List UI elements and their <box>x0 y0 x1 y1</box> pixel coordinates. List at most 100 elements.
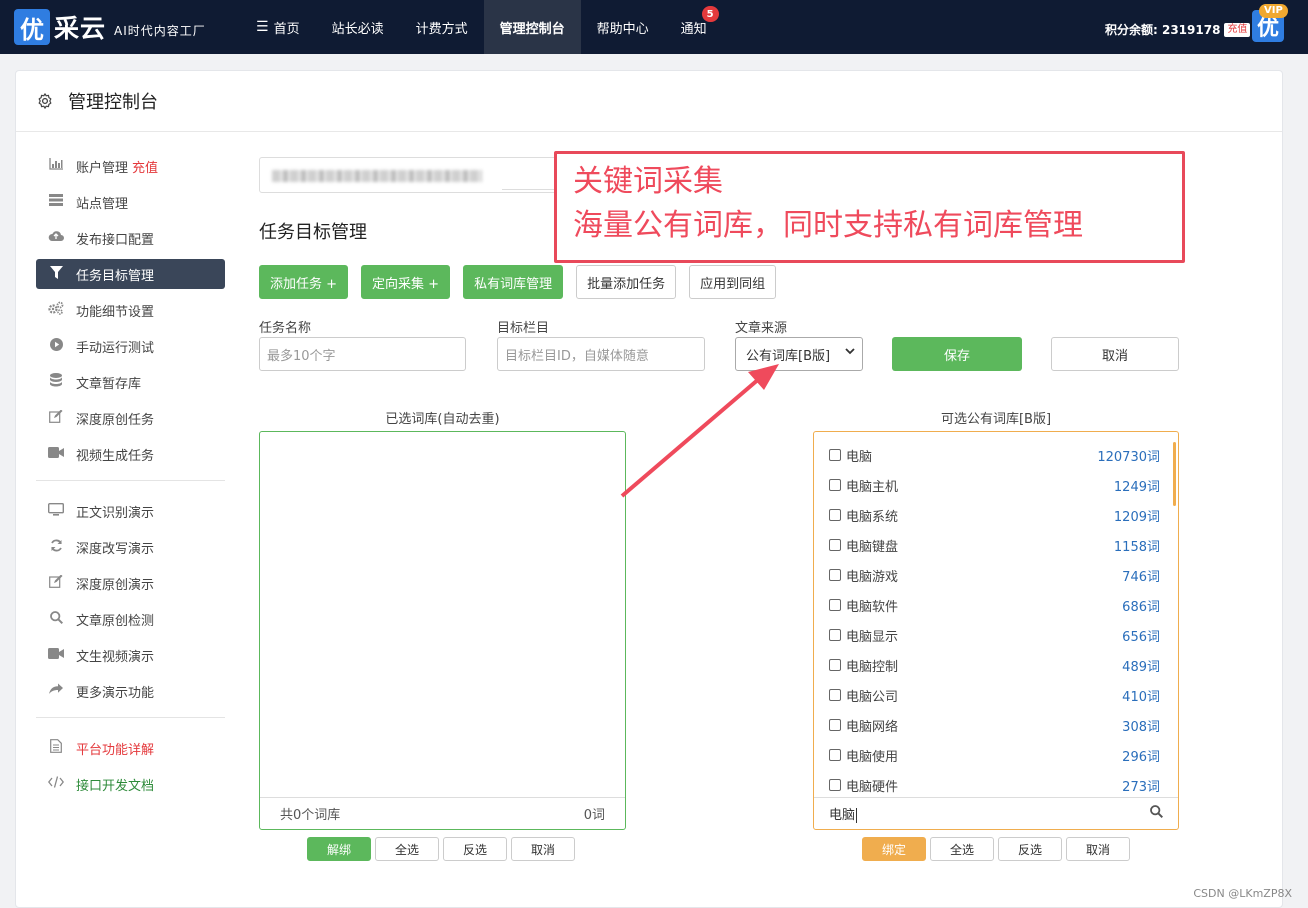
selected-library-count: 共0个词库 <box>280 808 341 823</box>
library-row[interactable]: 电脑硬件 273词 <box>814 770 1178 796</box>
task-name-input[interactable]: 最多10个字 <box>259 337 466 371</box>
sidebar-item-article-store[interactable]: 文章暂存库 <box>36 367 225 397</box>
sidebar-item-deep-original[interactable]: 深度原创任务 <box>36 403 225 433</box>
library-name: 电脑软件 <box>846 599 899 615</box>
nav-billing[interactable]: 计费方式 <box>400 0 484 54</box>
library-word-count[interactable]: 489词 <box>1122 656 1160 675</box>
library-row[interactable]: 电脑游戏 746词 <box>814 560 1178 590</box>
library-word-count[interactable]: 746词 <box>1122 566 1160 585</box>
library-checkbox[interactable] <box>829 539 841 551</box>
library-checkbox[interactable] <box>829 599 841 611</box>
sidebar-item-more-demos[interactable]: 更多演示功能 <box>36 676 225 706</box>
save-button[interactable]: 保存 <box>892 337 1022 371</box>
library-search[interactable]: 电脑 <box>814 797 1178 829</box>
library-word-count[interactable]: 120730词 <box>1097 446 1160 465</box>
library-name: 电脑使用 <box>846 749 899 765</box>
library-checkbox[interactable] <box>829 509 841 521</box>
library-row[interactable]: 电脑主机 1249词 <box>814 470 1178 500</box>
selected-libraries-list[interactable]: 共0个词库 0词 <box>259 431 626 830</box>
library-checkbox[interactable] <box>829 569 841 581</box>
library-row[interactable]: 电脑公司 410词 <box>814 680 1178 710</box>
apply-to-group-button[interactable]: 应用到同组 <box>689 265 777 299</box>
source-select[interactable]: 公有词库[B版] <box>735 337 863 371</box>
library-word-count[interactable]: 1249词 <box>1114 476 1160 495</box>
library-row[interactable]: 电脑系统 1209词 <box>814 500 1178 530</box>
library-word-count[interactable]: 656词 <box>1122 626 1160 645</box>
library-row[interactable]: 电脑软件 686词 <box>814 590 1178 620</box>
library-word-count[interactable]: 1209词 <box>1114 506 1160 525</box>
nav-help[interactable]: 帮助中心 <box>581 0 665 54</box>
library-word-count[interactable]: 296词 <box>1122 746 1160 765</box>
sidebar-item-original-demo[interactable]: 深度原创演示 <box>36 568 225 598</box>
library-checkbox[interactable] <box>829 719 841 731</box>
target-column-input[interactable]: 目标栏目ID，自媒体随意 <box>497 337 705 371</box>
invert-selection-button[interactable]: 反选 <box>998 837 1062 861</box>
library-checkbox[interactable] <box>829 749 841 761</box>
library-scroll-area[interactable]: 电脑 120730词 电脑主机 1249词 电脑系统 1209词 电脑键盘 1158词 电脑游戏… <box>814 440 1178 796</box>
library-checkbox[interactable] <box>829 689 841 701</box>
library-row[interactable]: 电脑键盘 1158词 <box>814 530 1178 560</box>
recharge-link[interactable]: 充值 <box>132 157 158 176</box>
nav-notifications[interactable]: 通知 5 <box>665 0 723 54</box>
sidebar-item-feature-settings[interactable]: 功能细节设置 <box>36 295 225 325</box>
sidebar-item-label: 发布接口配置 <box>76 232 155 248</box>
logo-text: 采云 <box>54 14 107 43</box>
unbind-button[interactable]: 解绑 <box>307 837 371 861</box>
library-word-count[interactable]: 273词 <box>1122 776 1160 795</box>
sidebar-item-text-recognition-demo[interactable]: 正文识别演示 <box>36 496 225 526</box>
library-word-count[interactable]: 686词 <box>1122 596 1160 615</box>
library-word-count[interactable]: 410词 <box>1122 686 1160 705</box>
deselect-button[interactable]: 取消 <box>511 837 575 861</box>
library-checkbox[interactable] <box>829 479 841 491</box>
sidebar-item-api-docs[interactable]: 接口开发文档 <box>36 769 225 799</box>
section-title: 任务目标管理 <box>259 222 367 243</box>
sidebar-item-rewrite-demo[interactable]: 深度改写演示 <box>36 532 225 562</box>
search-icon[interactable] <box>1150 805 1164 822</box>
library-row[interactable]: 电脑网络 308词 <box>814 710 1178 740</box>
sidebar-item-account[interactable]: 账户管理 充值 <box>36 151 225 181</box>
cancel-button[interactable]: 取消 <box>1051 337 1179 371</box>
bind-button[interactable]: 绑定 <box>862 837 926 861</box>
library-row[interactable]: 电脑使用 296词 <box>814 740 1178 770</box>
database-icon <box>47 373 65 391</box>
nav-console[interactable]: 管理控制台 <box>483 0 581 54</box>
sidebar-item-originality-check[interactable]: 文章原创检测 <box>36 604 225 634</box>
library-checkbox[interactable] <box>829 779 841 791</box>
site-logo[interactable]: 优 采云 AI时代内容工厂 <box>14 9 206 45</box>
available-libraries-actions: 绑定 全选 反选 取消 <box>862 837 1134 861</box>
task-name-label: 任务名称 <box>259 321 312 336</box>
deselect-button[interactable]: 取消 <box>1066 837 1130 861</box>
select-all-button[interactable]: 全选 <box>930 837 994 861</box>
library-search-input[interactable]: 电脑 <box>829 804 1150 823</box>
sidebar-item-label: 账户管理 <box>76 160 129 176</box>
gear-icon <box>38 93 52 109</box>
library-row[interactable]: 电脑 120730词 <box>814 440 1178 470</box>
scrollbar-thumb[interactable] <box>1173 442 1176 506</box>
library-checkbox[interactable] <box>829 659 841 671</box>
library-row[interactable]: 电脑控制 489词 <box>814 650 1178 680</box>
code-icon <box>47 776 65 792</box>
invert-selection-button[interactable]: 反选 <box>443 837 507 861</box>
library-row[interactable]: 电脑显示 656词 <box>814 620 1178 650</box>
library-checkbox[interactable] <box>829 629 841 641</box>
private-library-button[interactable]: 私有词库管理 <box>463 265 564 299</box>
sidebar-item-task-targets[interactable]: 任务目标管理 <box>36 259 225 289</box>
add-task-button[interactable]: 添加任务 + <box>259 265 349 299</box>
recharge-link[interactable]: 充值 <box>1224 22 1251 37</box>
library-checkbox[interactable] <box>829 449 841 461</box>
library-word-count[interactable]: 308词 <box>1122 716 1160 735</box>
library-name: 电脑硬件 <box>846 779 899 795</box>
sidebar-item-publish-api[interactable]: 发布接口配置 <box>36 223 225 253</box>
sidebar-item-label: 文章暂存库 <box>76 376 142 392</box>
batch-add-button[interactable]: 批量添加任务 <box>576 265 677 299</box>
sidebar-item-video-gen[interactable]: 视频生成任务 <box>36 439 225 469</box>
sidebar-item-manual-test[interactable]: 手动运行测试 <box>36 331 225 361</box>
nav-home[interactable]: ☰ 首页 <box>240 0 316 54</box>
sidebar-item-sites[interactable]: 站点管理 <box>36 187 225 217</box>
nav-must-read[interactable]: 站长必读 <box>316 0 400 54</box>
sidebar-item-platform-features[interactable]: 平台功能详解 <box>36 733 225 763</box>
library-word-count[interactable]: 1158词 <box>1114 536 1160 555</box>
select-all-button[interactable]: 全选 <box>375 837 439 861</box>
sidebar-item-text-to-video-demo[interactable]: 文生视频演示 <box>36 640 225 670</box>
directed-collect-button[interactable]: 定向采集 + <box>361 265 451 299</box>
